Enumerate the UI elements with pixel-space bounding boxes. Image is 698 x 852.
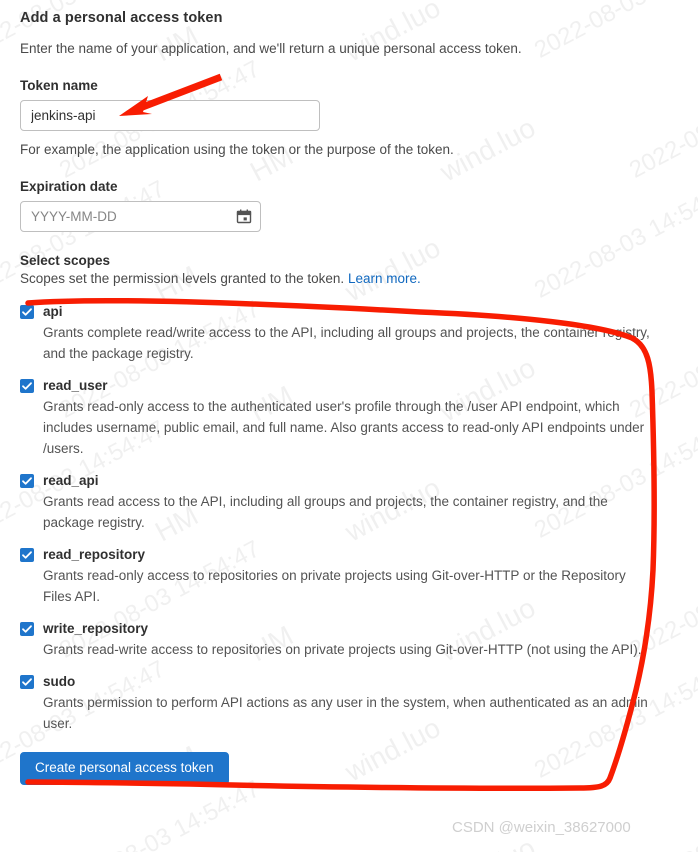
csdn-watermark: CSDN @weixin_38627000: [452, 819, 631, 836]
scope-description: Grants read access to the API, including…: [43, 494, 608, 530]
token-name-input[interactable]: [20, 100, 320, 131]
checkbox-checked-icon[interactable]: [20, 548, 34, 562]
scope-item: read_repository Grants read-only access t…: [20, 545, 678, 607]
scope-description: Grants permission to perform API actions…: [43, 695, 648, 731]
page-title: Add a personal access token: [20, 10, 223, 26]
scope-name: write_repository: [43, 621, 149, 636]
scope-description: Grants read-write access to repositories…: [43, 642, 642, 657]
expiration-date-field[interactable]: [20, 201, 261, 232]
scope-list: api Grants complete read/write access to …: [20, 302, 678, 734]
scope-toggle-row[interactable]: sudo: [20, 672, 678, 691]
scope-item: sudo Grants permission to perform API act…: [20, 672, 678, 734]
scope-name: read_api: [43, 473, 99, 488]
scope-item: read_api Grants read access to the API, i…: [20, 471, 678, 533]
select-scopes-heading: Select scopes: [20, 253, 111, 268]
select-scopes-description-text: Scopes set the permission levels granted…: [20, 271, 348, 286]
personal-access-token-form: Add a personal access token Enter the na…: [0, 0, 698, 785]
token-name-label: Token name: [20, 78, 98, 93]
checkbox-checked-icon[interactable]: [20, 675, 34, 689]
watermark-text: 2022-08-03 14:54:47: [625, 775, 698, 852]
scope-item: api Grants complete read/write access to …: [20, 302, 678, 364]
expiration-date-label: Expiration date: [20, 179, 118, 194]
page-subtitle: Enter the name of your application, and …: [20, 41, 522, 56]
scope-toggle-row[interactable]: api: [20, 302, 678, 321]
scope-name: read_repository: [43, 547, 146, 562]
scope-description: Grants complete read/write access to the…: [43, 325, 650, 361]
scope-item: read_user Grants read-only access to the …: [20, 376, 678, 459]
submit-area: Create personal access token: [20, 752, 678, 785]
checkbox-checked-icon[interactable]: [20, 622, 34, 636]
scope-toggle-row[interactable]: read_repository: [20, 545, 678, 564]
select-scopes-description: Scopes set the permission levels granted…: [20, 271, 678, 286]
scope-item: write_repository Grants read-write access…: [20, 619, 678, 660]
scope-description: Grants read-only access to repositories …: [43, 568, 626, 604]
scope-name: read_user: [43, 378, 108, 393]
checkbox-checked-icon[interactable]: [20, 379, 34, 393]
scope-name: api: [43, 304, 63, 319]
expiration-date-input[interactable]: [20, 201, 261, 232]
scope-toggle-row[interactable]: write_repository: [20, 619, 678, 638]
scope-toggle-row[interactable]: read_api: [20, 471, 678, 490]
learn-more-link[interactable]: Learn more.: [348, 271, 421, 286]
create-personal-access-token-button[interactable]: Create personal access token: [20, 752, 229, 785]
checkbox-checked-icon[interactable]: [20, 474, 34, 488]
checkbox-checked-icon[interactable]: [20, 305, 34, 319]
token-name-help: For example, the application using the t…: [20, 142, 454, 157]
watermark-text: 2022-08-03 14:54:47: [55, 775, 265, 852]
scope-description: Grants read-only access to the authentic…: [43, 399, 645, 456]
scope-toggle-row[interactable]: read_user: [20, 376, 678, 395]
scope-name: sudo: [43, 674, 76, 689]
